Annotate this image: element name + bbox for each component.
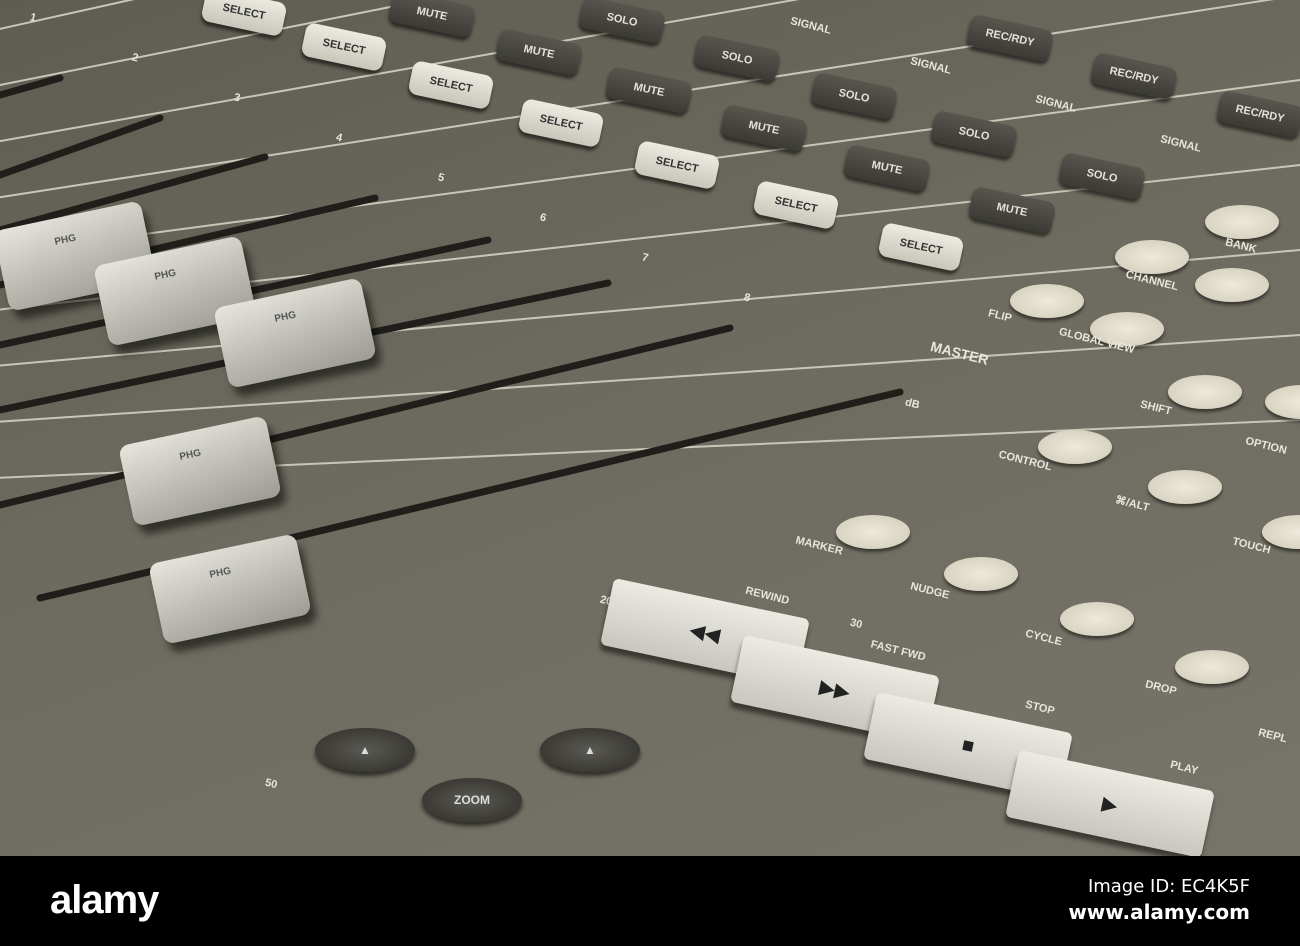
- fader-cap-label: PHG: [208, 565, 233, 581]
- mixing-console-photo: SELECT SELECT SELECT SELECT SELECT SELECT SELE…: [0, 0, 1300, 856]
- fader-cap-label: PHG: [273, 309, 298, 325]
- round-button[interactable]: [1038, 430, 1112, 464]
- stop-icon: ■: [959, 733, 977, 758]
- round-button[interactable]: [1175, 650, 1249, 684]
- fader-slots: [0, 0, 1300, 602]
- alamy-url: www.alamy.com: [1068, 900, 1250, 924]
- nav-up-button[interactable]: ▲: [315, 728, 415, 772]
- zoom-label: ZOOM: [454, 793, 490, 807]
- round-button[interactable]: [836, 515, 910, 549]
- rewind-icon: ◀◀: [687, 618, 723, 647]
- fader-slot: [0, 74, 64, 99]
- round-button[interactable]: [1060, 602, 1134, 636]
- nav-up-button-2[interactable]: ▲: [540, 728, 640, 772]
- fast-forward-icon: ▶▶: [817, 675, 853, 704]
- triangle-icon: ▲: [359, 743, 371, 757]
- alamy-logo: alamy: [50, 878, 159, 922]
- round-button[interactable]: [944, 557, 1018, 591]
- round-button[interactable]: [1195, 268, 1269, 302]
- fader-cap-label: PHG: [53, 232, 78, 248]
- watermark-bar: alamy Image ID: EC4K5F www.alamy.com: [0, 856, 1300, 946]
- zoom-button[interactable]: ZOOM: [422, 778, 522, 822]
- play-icon: ▶: [1100, 792, 1120, 817]
- triangle-icon: ▲: [584, 743, 596, 757]
- round-button[interactable]: [1010, 284, 1084, 318]
- image-id: Image ID: EC4K5F: [1087, 876, 1250, 897]
- round-button[interactable]: [1148, 470, 1222, 504]
- fader-cap-label: PHG: [178, 447, 203, 463]
- round-button[interactable]: [1205, 205, 1279, 239]
- fader-cap-label: PHG: [153, 267, 178, 283]
- round-button[interactable]: [1168, 375, 1242, 409]
